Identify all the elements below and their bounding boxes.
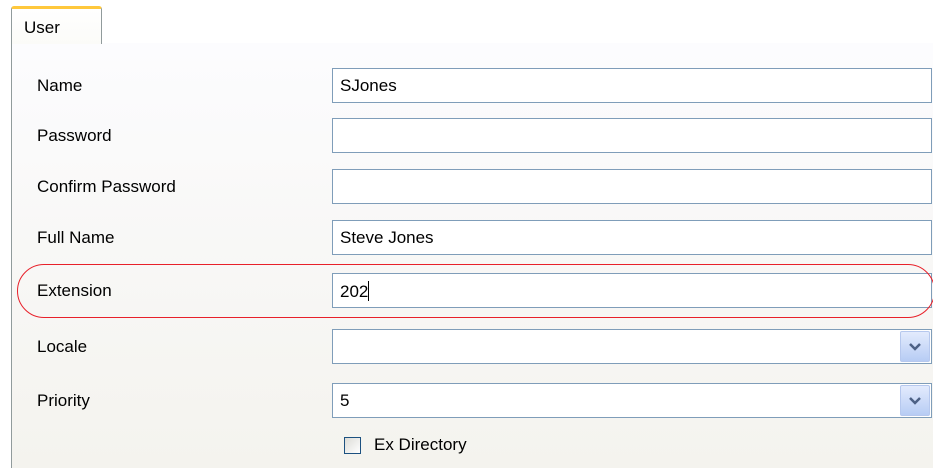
form-row-locale: Locale — [12, 327, 933, 367]
extension-value: 202 — [340, 282, 369, 301]
locale-dropdown-button[interactable] — [900, 331, 930, 362]
name-field[interactable]: SJones — [332, 68, 932, 103]
user-form-panel: Name SJones Password Confirm Password Fu… — [11, 43, 933, 468]
full-name-label: Full Name — [37, 228, 115, 247]
locale-select[interactable] — [332, 329, 932, 364]
form-row-extension: Extension 202 — [12, 271, 933, 311]
locale-label: Locale — [37, 337, 88, 356]
ex-directory-label[interactable]: Ex Directory — [374, 435, 467, 455]
full-name-value: Steve Jones — [340, 228, 434, 247]
name-label: Name — [37, 76, 83, 95]
ex-directory-checkbox[interactable] — [344, 437, 361, 454]
confirm-password-label: Confirm Password — [37, 177, 176, 196]
priority-dropdown-button[interactable] — [900, 385, 930, 416]
user-settings-page: User Name SJones Password Confirm Passwo… — [0, 0, 933, 468]
chevron-down-icon — [909, 343, 921, 351]
form-row-full-name: Full Name Steve Jones — [12, 218, 933, 258]
text-caret — [368, 281, 370, 301]
password-label: Password — [37, 126, 112, 145]
form-row-name: Name SJones — [12, 66, 933, 106]
name-value: SJones — [340, 76, 397, 95]
form-row-password: Password — [12, 116, 933, 156]
form-row-confirm-password: Confirm Password — [12, 167, 933, 207]
tab-user-label: User — [24, 18, 60, 37]
form-row-priority: Priority 5 — [12, 381, 933, 421]
extension-field[interactable]: 202 — [332, 273, 932, 308]
extension-value-wrap: 202 — [340, 281, 370, 302]
password-field[interactable] — [332, 118, 932, 153]
tab-strip: User — [0, 0, 933, 44]
priority-label: Priority — [37, 391, 90, 410]
extension-label: Extension — [37, 281, 112, 300]
tab-user[interactable]: User — [11, 6, 102, 44]
priority-value: 5 — [340, 391, 350, 410]
full-name-field[interactable]: Steve Jones — [332, 220, 932, 255]
confirm-password-field[interactable] — [332, 169, 932, 204]
priority-select[interactable]: 5 — [332, 383, 932, 418]
chevron-down-icon — [909, 397, 921, 405]
